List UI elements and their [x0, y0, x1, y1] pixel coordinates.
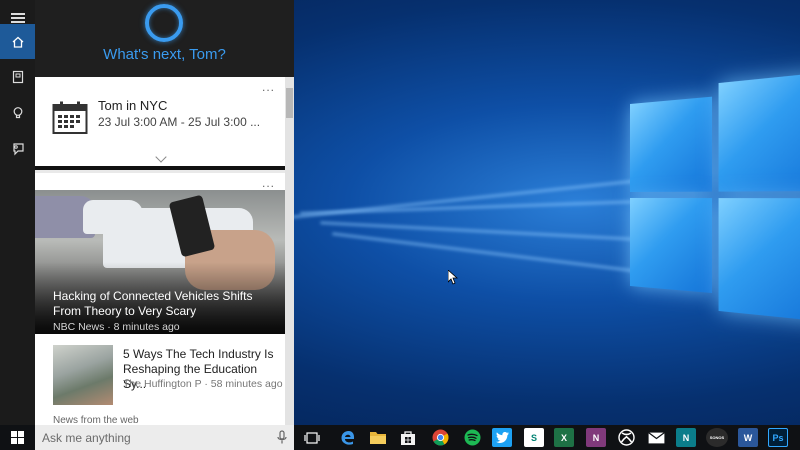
feed-scrollbar-thumb[interactable] — [286, 88, 293, 118]
windows-start-icon — [11, 431, 24, 444]
photoshop-icon[interactable]: Ps — [768, 428, 788, 447]
word-icon[interactable]: W — [738, 428, 758, 447]
news-card-more-button[interactable]: ... — [262, 176, 275, 190]
xbox-icon[interactable] — [616, 428, 636, 447]
cortana-feed[interactable]: ... Tom in NYC 23 Jul 3:00 AM - 25 Jul 3… — [35, 77, 285, 425]
taskbar: S X N N SONOS W Ps — [0, 425, 800, 450]
microphone-icon[interactable] — [275, 430, 289, 445]
cortana-greeting: What's next, Tom? — [103, 46, 226, 63]
start-button[interactable] — [0, 425, 35, 450]
notebook-icon[interactable] — [0, 59, 35, 94]
excel-icon[interactable]: X — [554, 428, 574, 447]
feed-scrollbar[interactable] — [285, 77, 294, 425]
trip-card-more-button[interactable]: ... — [262, 80, 275, 94]
store-icon[interactable] — [398, 428, 418, 447]
cortana-panel: What's next, Tom? ... Tom in NYC 23 Jul … — [0, 0, 294, 425]
card-divider — [35, 166, 285, 170]
trip-dates: 23 Jul 3:00 AM - 25 Jul 3:00 ... — [98, 115, 261, 129]
windows-logo — [630, 72, 800, 322]
cortana-header: What's next, Tom? — [35, 0, 294, 77]
news-section-label: News from the web — [53, 415, 139, 425]
light-beam — [300, 200, 641, 215]
twitter-icon[interactable] — [492, 428, 512, 447]
calendar-icon — [52, 101, 88, 134]
home-icon[interactable] — [0, 24, 35, 59]
file-explorer-icon[interactable] — [368, 428, 388, 447]
story-thumbnail[interactable] — [53, 345, 113, 405]
cortana-search-box[interactable] — [35, 425, 294, 450]
sonos-icon[interactable]: SONOS — [706, 428, 728, 447]
cortana-nav-rail — [0, 0, 35, 425]
trip-card[interactable]: ... Tom in NYC 23 Jul 3:00 AM - 25 Jul 3… — [35, 77, 285, 166]
expand-chevron-icon[interactable] — [155, 151, 167, 163]
top-story-headline[interactable]: Hacking of Connected Vehicles Shifts Fro… — [53, 289, 278, 319]
onenote-icon[interactable]: N — [586, 428, 606, 447]
feedback-icon[interactable] — [0, 131, 35, 166]
top-story-image[interactable]: Hacking of Connected Vehicles Shifts Fro… — [35, 190, 285, 334]
mouse-cursor-icon — [448, 270, 458, 285]
news-card: ... Hacking of Connected Vehicles Shifts… — [35, 173, 285, 425]
search-input[interactable] — [42, 425, 262, 450]
news-app-icon[interactable]: N — [676, 428, 696, 447]
cortana-icon[interactable] — [145, 4, 183, 42]
mail-icon[interactable] — [646, 428, 666, 447]
lightbulb-icon[interactable] — [0, 95, 35, 130]
trip-title: Tom in NYC — [98, 98, 168, 113]
spotify-icon[interactable] — [462, 428, 482, 447]
top-story-meta: NBC News · 8 minutes ago — [53, 321, 180, 333]
story-meta: The Huffington P · 58 minutes ago — [123, 378, 283, 390]
task-view-icon[interactable] — [302, 428, 322, 447]
sway-icon[interactable]: S — [524, 428, 544, 447]
chrome-icon[interactable] — [430, 428, 450, 447]
edge-icon[interactable] — [338, 428, 358, 447]
